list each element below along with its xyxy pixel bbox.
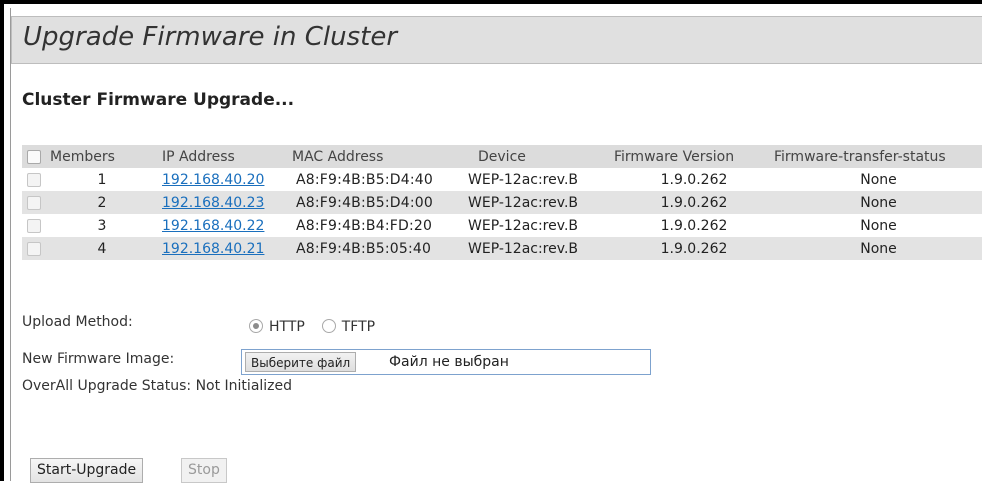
title-bar: Upgrade Firmware in Cluster <box>11 16 982 64</box>
ip-link[interactable]: 192.168.40.21 <box>162 241 264 257</box>
member-number: 4 <box>42 237 162 260</box>
choose-file-button[interactable]: Выберите файл <box>245 352 357 372</box>
row-checkbox[interactable] <box>27 195 41 210</box>
mac-address: A8:F9:4B:B4:FD:20 <box>296 217 433 234</box>
ip-link[interactable]: 192.168.40.22 <box>162 218 264 234</box>
selected-file-name: Файл не выбран <box>389 354 509 370</box>
firmware-version: 1.9.0.262 <box>614 237 774 260</box>
col-device: Device <box>468 145 614 168</box>
mac-address: A8:F9:4B:B5:05:40 <box>292 237 468 260</box>
firmware-version: 1.9.0.262 <box>614 191 774 214</box>
start-upgrade-button[interactable]: Start-Upgrade <box>30 458 144 483</box>
transfer-status: None <box>860 217 897 234</box>
stop-button[interactable]: Stop <box>181 458 227 483</box>
mac-address: A8:F9:4B:B5:D4:40 <box>296 171 433 188</box>
table-header-row: Members IP Address MAC Address Device Fi… <box>22 145 982 168</box>
table-row: 4 192.168.40.21 A8:F9:4B:B5:05:40 WEP-12… <box>22 237 982 260</box>
device: WEP-12ac:rev.B <box>468 217 578 234</box>
transfer-status: None <box>860 171 897 188</box>
http-radio[interactable] <box>249 319 263 333</box>
page-content: Upgrade Firmware in Cluster Cluster Firm… <box>10 8 982 483</box>
firmware-image-label: New Firmware Image: <box>22 351 175 367</box>
col-transfer-status: Firmware-transfer-status <box>774 145 982 168</box>
col-firmware-version: Firmware Version <box>614 145 774 168</box>
device: WEP-12ac:rev.B <box>468 171 578 188</box>
upload-method-label: Upload Method: <box>22 314 133 330</box>
member-number: 1 <box>97 171 107 188</box>
member-number: 3 <box>97 217 107 234</box>
ip-link[interactable]: 192.168.40.23 <box>162 195 264 211</box>
upload-method-group: HTTP TFTP <box>249 319 375 335</box>
transfer-status: None <box>774 191 982 214</box>
page-title: Upgrade Firmware in Cluster <box>23 22 398 52</box>
row-checkbox[interactable] <box>27 218 41 233</box>
ip-link[interactable]: 192.168.40.20 <box>162 172 264 188</box>
select-all-checkbox[interactable] <box>27 149 41 164</box>
overall-upgrade-status: OverAll Upgrade Status: Not Initialized <box>22 378 293 394</box>
firmware-version: 1.9.0.262 <box>660 171 728 188</box>
col-mac-address: MAC Address <box>292 145 468 168</box>
tftp-radio[interactable] <box>321 319 336 333</box>
transfer-status: None <box>774 237 982 260</box>
row-checkbox[interactable] <box>27 172 41 187</box>
section-title: Cluster Firmware Upgrade... <box>22 90 295 110</box>
tftp-radio-label[interactable]: TFTP <box>342 319 375 335</box>
col-members: Members <box>42 145 162 168</box>
firmware-file-input[interactable]: Выберите файл Файл не выбран <box>241 349 651 375</box>
mac-address: A8:F9:4B:B5:D4:00 <box>292 191 468 214</box>
row-checkbox[interactable] <box>27 241 41 256</box>
col-ip-address: IP Address <box>162 145 292 168</box>
table-row: 3 192.168.40.22 A8:F9:4B:B4:FD:20 WEP-12… <box>22 214 982 237</box>
table-row: 1 192.168.40.20 A8:F9:4B:B5:D4:40 WEP-12… <box>22 168 982 191</box>
members-table: Members IP Address MAC Address Device Fi… <box>22 145 982 260</box>
device: WEP-12ac:rev.B <box>468 237 614 260</box>
firmware-version: 1.9.0.262 <box>660 217 728 234</box>
table-row: 2 192.168.40.23 A8:F9:4B:B5:D4:00 WEP-12… <box>22 191 982 214</box>
http-radio-label[interactable]: HTTP <box>269 319 305 335</box>
device: WEP-12ac:rev.B <box>468 191 614 214</box>
member-number: 2 <box>42 191 162 214</box>
